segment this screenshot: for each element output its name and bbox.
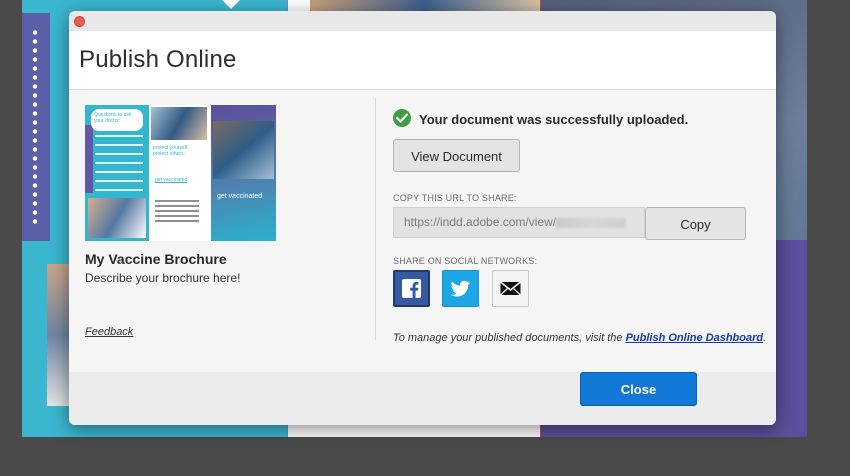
brochure-speech-tail [222,0,240,9]
thumbnail-grey-lines [155,200,199,222]
manage-documents-prefix: To manage your published documents, visi… [393,332,626,344]
thumbnail-photo-2 [151,107,207,140]
window-close-dot[interactable] [74,16,85,27]
column-divider [375,98,376,340]
email-share-button[interactable] [492,270,529,307]
thumbnail-text-lines [95,135,143,195]
share-url-label: COPY THIS URL TO SHARE: [393,193,517,203]
thumbnail-cover-text: get vaccinated [217,193,263,200]
dialog-content: Questions to ask your doctor: protect yo… [69,90,776,372]
thumbnail-heading: Questions to ask your doctor: [94,112,132,124]
dialog-titlebar[interactable] [69,11,776,31]
document-description: Describe your brochure here! [85,271,241,285]
dialog-title: Publish Online [79,46,237,73]
thumbnail-tagline: protect yourself. protect others. [153,145,189,157]
upload-success-message: Your document was successfully uploaded. [419,112,689,127]
facebook-share-button[interactable] [393,270,430,307]
close-button[interactable]: Close [580,372,697,406]
share-url-value: https://indd.adobe.com/view/ [404,215,557,229]
thumbnail-photo-3 [213,121,274,179]
share-url-field[interactable]: https://indd.adobe.com/view/ [393,207,645,238]
publish-online-dialog: Publish Online Questions to ask your doc… [69,11,776,425]
checkmark-circle-icon [393,109,411,127]
facebook-icon [402,279,421,298]
brochure-photo-left [47,264,69,406]
social-networks-label: SHARE ON SOCIAL NETWORKS: [393,256,538,266]
thumbnail-link-text: get vaccinated [155,177,188,183]
view-document-button[interactable]: View Document [393,139,520,172]
thumbnail-photo-1 [88,198,146,238]
email-icon [500,281,521,296]
publish-online-dashboard-link[interactable]: Publish Online Dashboard [626,332,764,344]
twitter-icon [450,280,470,297]
document-thumbnail: Questions to ask your doctor: protect yo… [85,105,276,241]
copy-url-button[interactable]: Copy [645,207,746,240]
manage-documents-suffix: . [763,332,767,344]
document-name: My Vaccine Brochure [85,251,227,267]
brochure-dot-pattern [32,28,38,228]
thumbnail-panel-1-band [85,125,93,193]
twitter-share-button[interactable] [442,270,479,307]
dialog-header: Publish Online [69,31,776,90]
feedback-link[interactable]: Feedback [85,326,133,338]
manage-documents-text: To manage your published documents, visi… [393,332,766,344]
redacted-url-suffix [556,217,627,228]
